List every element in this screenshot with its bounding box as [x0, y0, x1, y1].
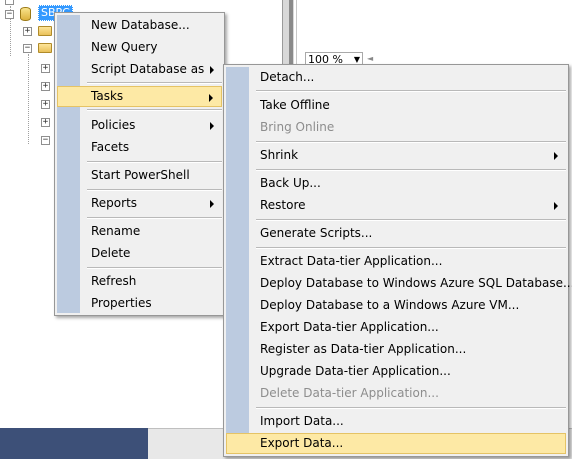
menu-separator [256, 219, 566, 221]
menu-item-label: Extract Data-tier Application... [260, 254, 443, 268]
expand-toggle-folder-1[interactable]: + [23, 27, 32, 36]
menu-item-label: Export Data-tier Application... [260, 320, 439, 334]
menu-item-detach[interactable]: Detach... [226, 67, 566, 88]
menu-item-new-database[interactable]: New Database... [57, 15, 222, 36]
database-context-menu: New Database... New Query Script Databas… [54, 12, 225, 316]
menu-item-label: Deploy Database to Windows Azure SQL Dat… [260, 276, 572, 290]
menu-item-delete-data-tier-application: Delete Data-tier Application... [226, 383, 566, 404]
menu-item-label: Register as Data-tier Application... [260, 342, 467, 356]
menu-item-label: Import Data... [260, 414, 344, 428]
menu-separator [87, 189, 222, 191]
menu-item-import-data[interactable]: Import Data... [226, 411, 566, 432]
menu-separator [256, 141, 566, 143]
submenu-arrow-icon [554, 202, 558, 210]
menu-item-label: Detach... [260, 70, 315, 84]
server-collapse-toggle[interactable]: − [5, 10, 14, 19]
menu-separator [256, 407, 566, 409]
menu-item-take-offline[interactable]: Take Offline [226, 95, 566, 116]
menu-separator [87, 217, 222, 219]
menu-item-tasks[interactable]: Tasks [57, 86, 222, 107]
menu-separator [256, 90, 566, 92]
menu-item-deploy-to-azure-sql-database[interactable]: Deploy Database to Windows Azure SQL Dat… [226, 273, 572, 294]
menu-item-label: Reports [91, 196, 138, 210]
menu-item-label: Policies [91, 118, 136, 132]
menu-item-reports[interactable]: Reports [57, 193, 222, 214]
menu-separator [256, 169, 566, 171]
menu-item-label: Properties [91, 296, 152, 310]
database-icon [20, 7, 31, 21]
menu-item-extract-data-tier-application[interactable]: Extract Data-tier Application... [226, 251, 566, 272]
submenu-arrow-icon [210, 66, 214, 74]
menu-item-properties[interactable]: Properties [57, 293, 222, 314]
submenu-arrow-icon [209, 94, 213, 102]
menu-item-label: Delete [91, 246, 131, 260]
menu-item-label: Export Data... [260, 436, 344, 450]
menu-item-label: Start PowerShell [91, 168, 190, 182]
menu-item-label: Back Up... [260, 176, 321, 190]
menu-item-label: Delete Data-tier Application... [260, 386, 439, 400]
menu-item-generate-scripts[interactable]: Generate Scripts... [226, 223, 566, 244]
menu-item-upgrade-data-tier-application[interactable]: Upgrade Data-tier Application... [226, 361, 566, 382]
menu-item-bring-online: Bring Online [226, 117, 566, 138]
tasks-submenu: Detach... Take Offline Bring Online Shri… [223, 64, 572, 457]
menu-separator [87, 267, 222, 269]
menu-separator [256, 247, 566, 249]
splitter-grip [289, 0, 293, 70]
folder-icon [38, 26, 52, 36]
expand-toggle-child-2[interactable]: + [41, 82, 50, 91]
expand-toggle-child-4[interactable]: + [41, 118, 50, 127]
menu-item-label: Rename [91, 224, 141, 238]
menu-item-label: Tasks [91, 89, 124, 103]
menu-item-label: Restore [260, 198, 306, 212]
menu-item-label: New Database... [91, 18, 190, 32]
collapse-toggle-folder-2[interactable]: − [23, 44, 32, 53]
menu-item-refresh[interactable]: Refresh [57, 271, 222, 292]
menu-item-back-up[interactable]: Back Up... [226, 173, 566, 194]
menu-item-register-as-data-tier-application[interactable]: Register as Data-tier Application... [226, 339, 566, 360]
menu-separator [87, 82, 222, 84]
submenu-arrow-icon [210, 200, 214, 208]
menu-separator [87, 109, 222, 111]
collapse-toggle-top[interactable]: − [5, 0, 14, 5]
menu-item-new-query[interactable]: New Query [57, 37, 222, 58]
menu-item-label: Bring Online [260, 120, 335, 134]
submenu-arrow-icon [210, 122, 214, 130]
menu-item-rename[interactable]: Rename [57, 221, 222, 242]
collapse-toggle-child-5[interactable]: − [41, 136, 50, 145]
folder-icon [38, 43, 52, 53]
menu-item-label: New Query [91, 40, 158, 54]
menu-item-policies[interactable]: Policies [57, 115, 222, 136]
menu-item-restore[interactable]: Restore [226, 195, 566, 216]
menu-item-label: Shrink [260, 148, 299, 162]
menu-item-label: Take Offline [260, 98, 330, 112]
menu-item-shrink[interactable]: Shrink [226, 145, 566, 166]
menu-item-deploy-to-azure-vm[interactable]: Deploy Database to a Windows Azure VM... [226, 295, 566, 316]
menu-separator [87, 161, 222, 163]
menu-item-start-powershell[interactable]: Start PowerShell [57, 165, 222, 186]
menu-item-script-database-as[interactable]: Script Database as [57, 59, 222, 80]
tree-line [28, 54, 29, 144]
menu-item-label: Refresh [91, 274, 137, 288]
menu-item-delete[interactable]: Delete [57, 243, 222, 264]
menu-item-facets[interactable]: Facets [57, 137, 222, 158]
menu-item-export-data-tier-application[interactable]: Export Data-tier Application... [226, 317, 566, 338]
menu-item-label: Deploy Database to a Windows Azure VM... [260, 298, 520, 312]
menu-item-label: Generate Scripts... [260, 226, 373, 240]
submenu-arrow-icon [554, 152, 558, 160]
menu-item-label: Script Database as [91, 62, 205, 76]
menu-item-label: Upgrade Data-tier Application... [260, 364, 451, 378]
expand-toggle-child-3[interactable]: + [41, 100, 50, 109]
expand-toggle-child-1[interactable]: + [41, 64, 50, 73]
menu-item-label: Facets [91, 140, 130, 154]
menu-item-export-data[interactable]: Export Data... [226, 433, 566, 454]
